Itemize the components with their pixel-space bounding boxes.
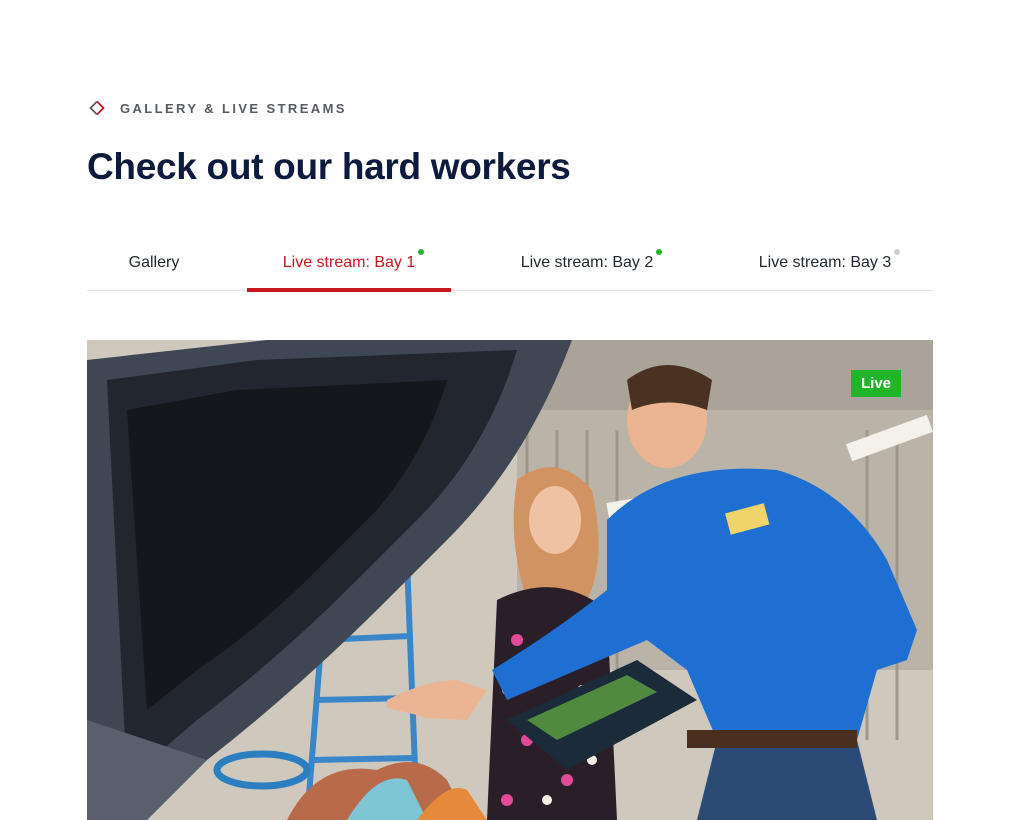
page-title: Check out our hard workers (87, 146, 571, 187)
tab-label: Live stream: Bay 2 (520, 254, 654, 271)
status-dot-online (656, 249, 663, 255)
diamond-chevron-icon (89, 100, 105, 116)
tab-label: Gallery (128, 254, 180, 271)
tab-label: Live stream: Bay 1 (282, 254, 416, 271)
tab-gallery[interactable]: Gallery (87, 236, 221, 290)
stream-tabs: Gallery Live stream: Bay 1 Live stream: … (87, 236, 933, 292)
status-dot-online (418, 249, 425, 255)
stream-frame-image (87, 340, 933, 820)
tab-live-bay-3[interactable]: Live stream: Bay 3 (725, 236, 925, 290)
tab-live-bay-1[interactable]: Live stream: Bay 1 (247, 236, 451, 292)
eyebrow-label: GALLERY & LIVE STREAMS (120, 100, 347, 116)
tab-live-bay-2[interactable]: Live stream: Bay 2 (487, 236, 687, 290)
live-badge: Live (850, 370, 901, 397)
section-eyebrow: GALLERY & LIVE STREAMS (89, 100, 347, 116)
tab-label: Live stream: Bay 3 (758, 254, 892, 271)
status-dot-offline (894, 249, 901, 255)
live-stream-player[interactable]: Live (87, 340, 933, 820)
